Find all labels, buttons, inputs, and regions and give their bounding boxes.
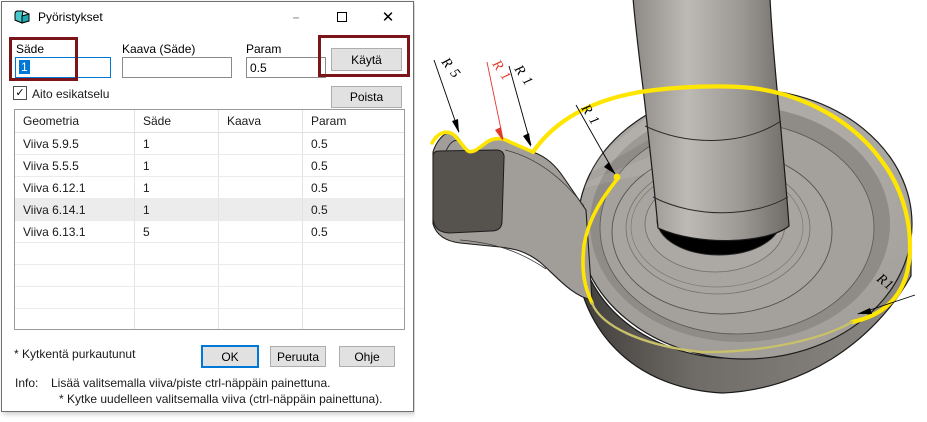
table-cell[interactable] xyxy=(219,265,303,286)
table-cell[interactable] xyxy=(303,265,405,286)
preview-checkbox-label: Aito esikatselu xyxy=(32,87,109,101)
info-label: Info: xyxy=(15,376,38,390)
title-bar[interactable]: Pyöristykset – ✕ xyxy=(2,2,413,32)
table-cell[interactable]: 1 xyxy=(135,133,219,154)
table-cell[interactable] xyxy=(135,243,219,264)
preview-checkbox[interactable]: ✓ xyxy=(13,86,27,100)
radius-label: Säde xyxy=(16,42,44,56)
info-line-1: Lisää valitsemalla viiva/piste ctrl-näpp… xyxy=(51,376,331,390)
fillet-dialog: Pyöristykset – ✕ Säde Kaava (Säde) Param… xyxy=(1,1,414,412)
model-viewport[interactable]: R 5 R 1 R 1 R 1 R1 xyxy=(415,0,927,422)
arrow-r1-b-icon xyxy=(523,133,531,147)
table-cell[interactable] xyxy=(303,309,405,330)
table-row-empty[interactable] xyxy=(15,265,404,287)
table-cell[interactable] xyxy=(219,199,303,220)
table-cell[interactable] xyxy=(15,287,135,308)
edge-vertex-point[interactable] xyxy=(614,174,621,181)
formula-input[interactable] xyxy=(122,57,232,78)
param-input[interactable] xyxy=(246,57,326,78)
table-cell[interactable]: 0.5 xyxy=(303,221,405,242)
table-cell[interactable] xyxy=(303,243,405,264)
cad-model: R 5 R 1 R 1 R 1 R1 xyxy=(415,0,927,422)
table-row-empty[interactable] xyxy=(15,309,404,330)
table-row[interactable]: Viiva 6.14.11 0.5 xyxy=(15,199,404,221)
table-cell[interactable] xyxy=(15,265,135,286)
table-cell[interactable]: Viiva 5.9.5 xyxy=(15,133,135,154)
help-button[interactable]: Ohje xyxy=(339,346,395,367)
table-cell[interactable]: Viiva 6.13.1 xyxy=(15,221,135,242)
table-cell[interactable] xyxy=(219,177,303,198)
checkmark-icon: ✓ xyxy=(15,88,24,99)
table-cell[interactable] xyxy=(135,309,219,330)
table-cell[interactable]: 0.5 xyxy=(303,133,405,154)
table-cell[interactable]: Viiva 6.14.1 xyxy=(15,199,135,220)
arm-block-front-face xyxy=(433,150,504,233)
table-cell[interactable] xyxy=(135,287,219,308)
formula-label: Kaava (Säde) xyxy=(122,42,195,56)
table-cell[interactable] xyxy=(135,265,219,286)
column-header-geometry[interactable]: Geometria xyxy=(15,110,135,132)
table-cell[interactable] xyxy=(219,243,303,264)
table-cell[interactable]: 1 xyxy=(135,199,219,220)
maximize-button[interactable] xyxy=(326,2,358,32)
radius-input[interactable]: 1 xyxy=(15,57,111,78)
table-row[interactable]: Viiva 6.12.11 0.5 xyxy=(15,177,404,199)
dim-label-r5: R 5 xyxy=(437,54,463,81)
ok-button[interactable]: OK xyxy=(201,345,259,368)
table-row[interactable]: Viiva 5.9.51 0.5 xyxy=(15,133,404,155)
maximize-icon xyxy=(337,12,347,22)
table-header-row: Geometria Säde Kaava Param xyxy=(15,110,404,133)
table-cell[interactable] xyxy=(219,287,303,308)
close-button[interactable]: ✕ xyxy=(372,2,404,32)
table-cell[interactable]: 1 xyxy=(135,177,219,198)
minimize-button[interactable]: – xyxy=(280,2,312,32)
table-row[interactable]: Viiva 5.5.51 0.5 xyxy=(15,155,404,177)
fillet-table: Geometria Säde Kaava Param Viiva 5.9.510… xyxy=(14,109,405,330)
table-cell[interactable]: Viiva 6.12.1 xyxy=(15,177,135,198)
column-header-formula[interactable]: Kaava xyxy=(219,110,303,132)
table-cell[interactable]: 1 xyxy=(135,155,219,176)
column-header-radius[interactable]: Säde xyxy=(135,110,219,132)
table-cell[interactable]: 0.5 xyxy=(303,199,405,220)
table-cell[interactable]: 0.5 xyxy=(303,155,405,176)
table-cell[interactable] xyxy=(303,287,405,308)
table-cell[interactable] xyxy=(219,155,303,176)
table-cell[interactable] xyxy=(219,221,303,242)
shaft-cylinder xyxy=(633,0,789,241)
table-row-empty[interactable] xyxy=(15,243,404,265)
table-cell[interactable] xyxy=(15,243,135,264)
radius-value-selected: 1 xyxy=(19,60,30,74)
close-icon: ✕ xyxy=(382,8,395,26)
table-cell[interactable]: Viiva 5.5.5 xyxy=(15,155,135,176)
column-header-param[interactable]: Param xyxy=(303,110,405,132)
status-note: * Kytkentä purkautunut xyxy=(14,347,135,361)
apply-button[interactable]: Käytä xyxy=(331,48,402,71)
arrow-r5-icon xyxy=(452,119,459,133)
cancel-button[interactable]: Peruuta xyxy=(270,346,326,367)
dialog-title: Pyöristykset xyxy=(38,10,103,24)
minimize-icon: – xyxy=(293,10,300,24)
table-cell[interactable] xyxy=(219,309,303,330)
table-row-empty[interactable] xyxy=(15,287,404,309)
remove-button[interactable]: Poista xyxy=(331,86,402,108)
table-cell[interactable] xyxy=(15,309,135,330)
info-line-2: * Kytke uudelleen valitsemalla viiva (ct… xyxy=(59,392,383,406)
table-cell[interactable]: 0.5 xyxy=(303,177,405,198)
table-cell[interactable] xyxy=(219,133,303,154)
table-row[interactable]: Viiva 6.13.15 0.5 xyxy=(15,221,404,243)
fillet-cube-icon xyxy=(13,9,31,25)
table-cell[interactable]: 5 xyxy=(135,221,219,242)
param-label: Param xyxy=(246,42,281,56)
fillet-table-body: Viiva 5.9.510.5Viiva 5.5.510.5Viiva 6.12… xyxy=(15,133,404,330)
